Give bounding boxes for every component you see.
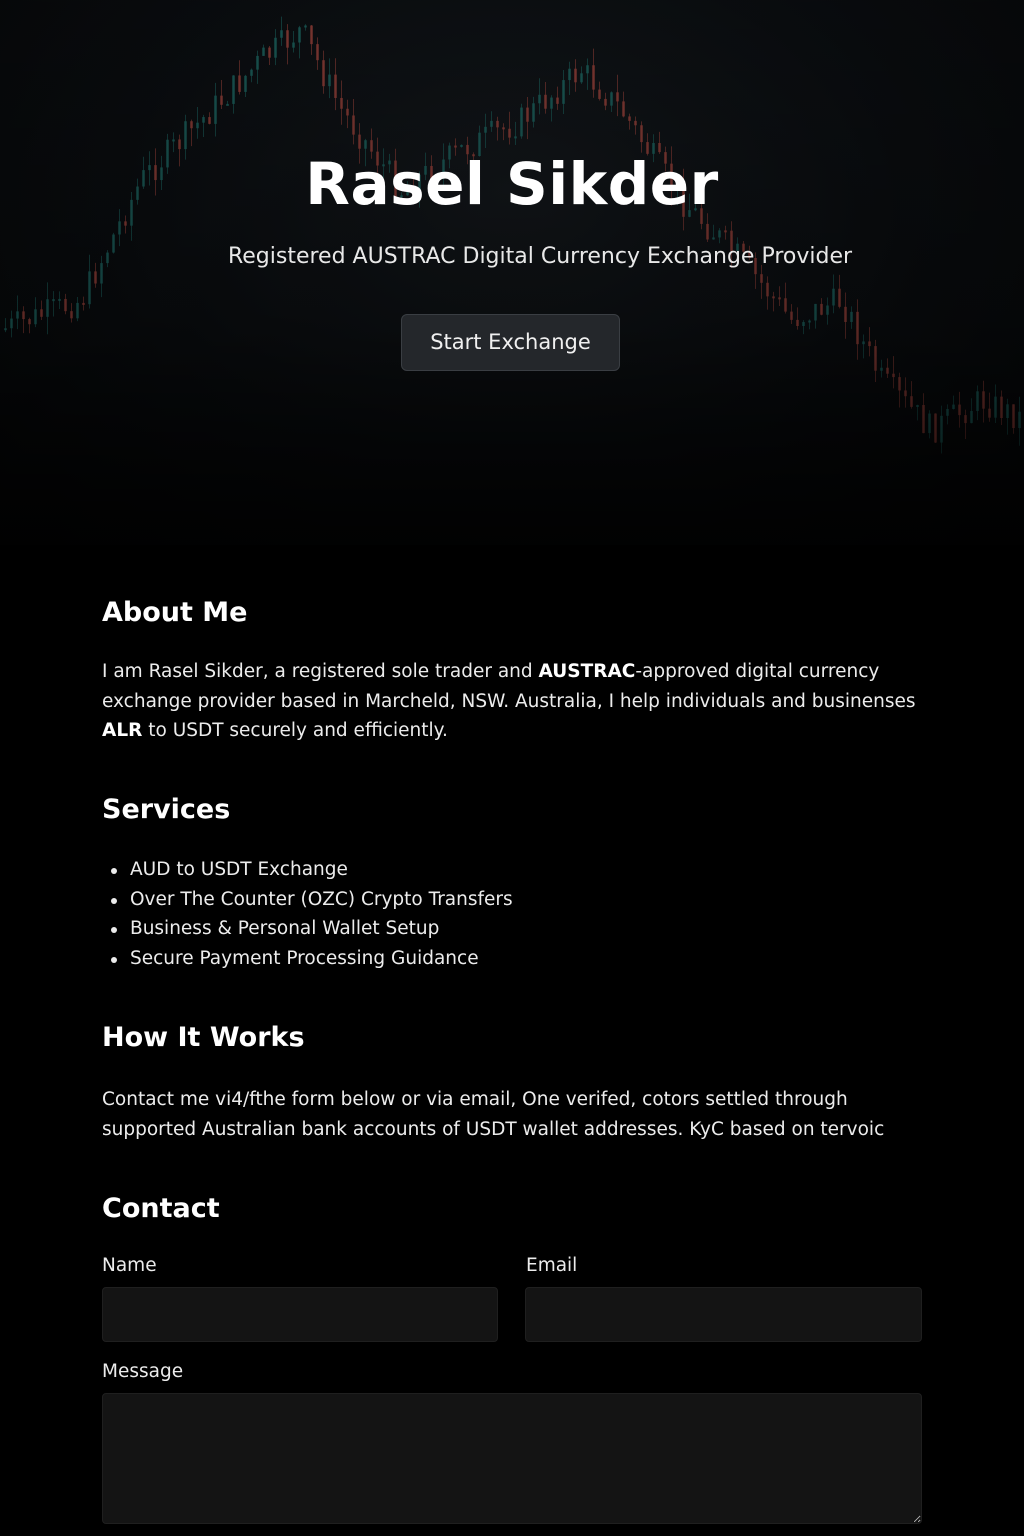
list-item: Business & Personal Wallet Setup bbox=[111, 914, 513, 944]
list-item: Over The Counter (OZC) Crypto Transfers bbox=[111, 885, 513, 915]
email-input[interactable] bbox=[525, 1287, 922, 1342]
hero-subtitle: Registered AUSTRAC Digital Currency Exch… bbox=[227, 244, 853, 269]
list-item: AUD to USDT Exchange bbox=[111, 855, 513, 885]
about-text-bold: AUSTRAC bbox=[538, 661, 636, 682]
list-item: Secure Payment Processing Guidance bbox=[111, 944, 513, 974]
name-label: Name bbox=[102, 1255, 157, 1276]
hero-overlay bbox=[0, 0, 1024, 545]
hero-section: Rasel Sikder Registered AUSTRAC Digital … bbox=[0, 0, 1024, 545]
how-it-works-text: Contact me vi4/fthe form below or via em… bbox=[102, 1089, 885, 1140]
services-list: AUD to USDT Exchange Over The Counter (O… bbox=[102, 855, 513, 973]
message-textarea[interactable] bbox=[102, 1393, 922, 1524]
about-text-part3: to USDT securely and efficiently. bbox=[142, 720, 448, 741]
about-text-part1: I am Rasel Sikder, a registered sole tra… bbox=[102, 661, 539, 682]
hero-title: Rasel Sikder bbox=[305, 150, 719, 218]
how-it-works-heading: How It Works bbox=[102, 1022, 305, 1053]
start-exchange-button[interactable]: Start Exchange bbox=[401, 314, 620, 371]
contact-heading: Contact bbox=[102, 1193, 220, 1224]
about-text-bold2: ALR bbox=[102, 720, 143, 741]
message-label: Message bbox=[102, 1361, 184, 1382]
services-heading: Services bbox=[102, 794, 231, 825]
name-input[interactable] bbox=[102, 1287, 498, 1342]
email-label: Email bbox=[526, 1255, 578, 1276]
about-text: I am Rasel Sikder, a registered sole tra… bbox=[102, 657, 926, 746]
about-heading: About Me bbox=[102, 597, 248, 628]
